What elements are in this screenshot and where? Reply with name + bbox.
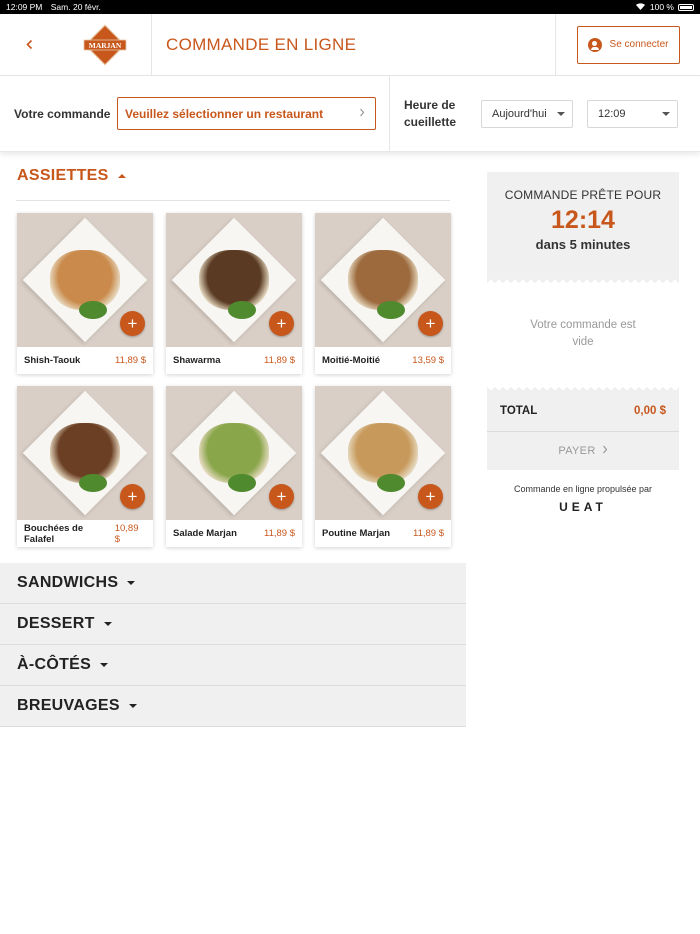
product-card[interactable]: + Moitié-Moitié 13,59 $ bbox=[315, 213, 451, 374]
category-list: SANDWICHS DESSERT À-CÔTÉS BREUVAGES bbox=[0, 563, 466, 727]
category-header[interactable]: À-CÔTÉS bbox=[0, 645, 466, 686]
category-label: SANDWICHS bbox=[17, 574, 119, 591]
add-to-cart-button[interactable]: + bbox=[120, 311, 145, 336]
pay-button[interactable]: PAYER bbox=[487, 432, 679, 470]
restaurant-select[interactable]: Veuillez sélectionner un restaurant bbox=[117, 97, 376, 130]
product-image[interactable]: + bbox=[17, 213, 153, 347]
time-value: 12:09 bbox=[598, 107, 626, 120]
app-header: MARJAN COMMANDE EN LIGNE Se connecter bbox=[0, 14, 700, 76]
product-name: Shawarma bbox=[173, 355, 221, 366]
category-header-assiettes[interactable]: ASSIETTES bbox=[0, 152, 466, 200]
chevron-right-icon bbox=[359, 108, 365, 120]
divider bbox=[16, 200, 450, 201]
product-card[interactable]: + Poutine Marjan 11,89 $ bbox=[315, 386, 451, 547]
plus-icon: + bbox=[425, 487, 436, 506]
total-label: TOTAL bbox=[500, 404, 538, 417]
empty-cart-text: Votre commande est vide bbox=[530, 319, 636, 348]
product-card[interactable]: + Shish-Taouk 11,89 $ bbox=[17, 213, 153, 374]
product-name: Bouchées de Falafel bbox=[24, 522, 84, 545]
product-price: 11,89 $ bbox=[115, 355, 146, 366]
caret-down-icon bbox=[128, 704, 137, 708]
total-value: 0,00 $ bbox=[634, 404, 666, 417]
total-row: TOTAL 0,00 $ bbox=[487, 390, 679, 432]
brand-logo[interactable]: UEAT bbox=[487, 500, 679, 514]
powered-by-text: Commande en ligne propulsée par bbox=[513, 484, 653, 494]
product-price: 10,89 $ bbox=[114, 522, 139, 545]
plus-icon: + bbox=[425, 314, 436, 333]
ready-title: COMMANDE PRÊTE POUR bbox=[504, 188, 662, 202]
product-image[interactable]: + bbox=[166, 213, 302, 347]
product-name: Shish-Taouk bbox=[24, 355, 81, 366]
product-image[interactable]: + bbox=[315, 213, 451, 347]
category-header[interactable]: SANDWICHS bbox=[0, 563, 466, 604]
status-date: Sam. 20 févr. bbox=[50, 2, 101, 12]
pickup-label: Heure de cueillette bbox=[404, 97, 457, 129]
user-icon bbox=[587, 37, 602, 52]
add-to-cart-button[interactable]: + bbox=[269, 311, 294, 336]
total-box: TOTAL 0,00 $ PAYER bbox=[487, 390, 679, 470]
plus-icon: + bbox=[127, 487, 138, 506]
status-time: 12:09 PM bbox=[6, 2, 43, 12]
product-grid: + Shish-Taouk 11,89 $ + Shawarma 11,89 $… bbox=[0, 213, 466, 547]
plus-icon: + bbox=[276, 314, 287, 333]
back-button[interactable] bbox=[0, 14, 58, 75]
menu-section: ASSIETTES + Shish-Taouk 11,89 $ + Shawar… bbox=[0, 152, 466, 727]
product-image[interactable]: + bbox=[17, 386, 153, 520]
chevron-right-icon bbox=[602, 445, 608, 457]
login-label: Se connecter bbox=[609, 39, 669, 50]
battery-label: 100 % bbox=[649, 2, 674, 12]
restaurant-placeholder: Veuillez sélectionner un restaurant bbox=[125, 106, 324, 121]
caret-up-icon bbox=[117, 174, 126, 178]
ready-eta: dans 5 minutes bbox=[535, 237, 631, 252]
time-select[interactable]: 12:09 bbox=[587, 99, 678, 128]
caret-down-icon bbox=[127, 581, 136, 585]
product-name: Salade Marjan bbox=[173, 528, 237, 539]
day-select[interactable]: Aujourd'hui bbox=[481, 99, 573, 128]
ready-time-box: COMMANDE PRÊTE POUR 12:14 dans 5 minutes bbox=[487, 172, 679, 278]
category-header[interactable]: DESSERT bbox=[0, 604, 466, 645]
category-label: À-CÔTÉS bbox=[17, 656, 92, 673]
day-value: Aujourd'hui bbox=[492, 107, 547, 120]
product-price: 13,59 $ bbox=[412, 355, 444, 366]
page-title: COMMANDE EN LIGNE bbox=[166, 34, 357, 54]
svg-text:MARJAN: MARJAN bbox=[88, 41, 121, 50]
battery-icon bbox=[678, 3, 694, 11]
category-label: BREUVAGES bbox=[17, 697, 120, 714]
product-price: 11,89 $ bbox=[413, 528, 444, 539]
chevron-left-icon bbox=[25, 34, 34, 55]
product-image[interactable]: + bbox=[315, 386, 451, 520]
plus-icon: + bbox=[127, 314, 138, 333]
product-card[interactable]: + Bouchées de Falafel 10,89 $ bbox=[17, 386, 153, 547]
wifi-icon bbox=[635, 2, 646, 12]
product-card[interactable]: + Salade Marjan 11,89 $ bbox=[166, 386, 302, 547]
add-to-cart-button[interactable]: + bbox=[120, 484, 145, 509]
caret-down-icon bbox=[103, 622, 112, 626]
login-button[interactable]: Se connecter bbox=[576, 25, 680, 64]
product-image[interactable]: + bbox=[166, 386, 302, 520]
cart-panel: COMMANDE PRÊTE POUR 12:14 dans 5 minutes… bbox=[487, 172, 679, 727]
category-label: DESSERT bbox=[17, 615, 95, 632]
add-to-cart-button[interactable]: + bbox=[269, 484, 294, 509]
product-price: 11,89 $ bbox=[264, 355, 295, 366]
plus-icon: + bbox=[276, 487, 287, 506]
caret-down-icon bbox=[557, 111, 565, 116]
logo[interactable]: MARJAN bbox=[58, 14, 152, 75]
order-bar: Votre commande Veuillez sélectionner un … bbox=[0, 76, 700, 152]
category-header[interactable]: BREUVAGES bbox=[0, 686, 466, 727]
caret-down-icon bbox=[662, 111, 670, 116]
status-bar: 12:09 PM Sam. 20 févr. 100 % bbox=[0, 0, 700, 14]
product-name: Moitié-Moitié bbox=[322, 355, 381, 366]
marjan-logo-icon: MARJAN bbox=[83, 23, 126, 66]
product-name: Poutine Marjan bbox=[322, 528, 391, 539]
product-card[interactable]: + Shawarma 11,89 $ bbox=[166, 213, 302, 374]
caret-down-icon bbox=[100, 663, 109, 667]
product-price: 11,89 $ bbox=[264, 528, 295, 539]
add-to-cart-button[interactable]: + bbox=[418, 484, 443, 509]
ready-time: 12:14 bbox=[551, 206, 615, 234]
order-label: Votre commande bbox=[14, 106, 111, 121]
add-to-cart-button[interactable]: + bbox=[418, 311, 443, 336]
pay-label: PAYER bbox=[558, 445, 596, 457]
